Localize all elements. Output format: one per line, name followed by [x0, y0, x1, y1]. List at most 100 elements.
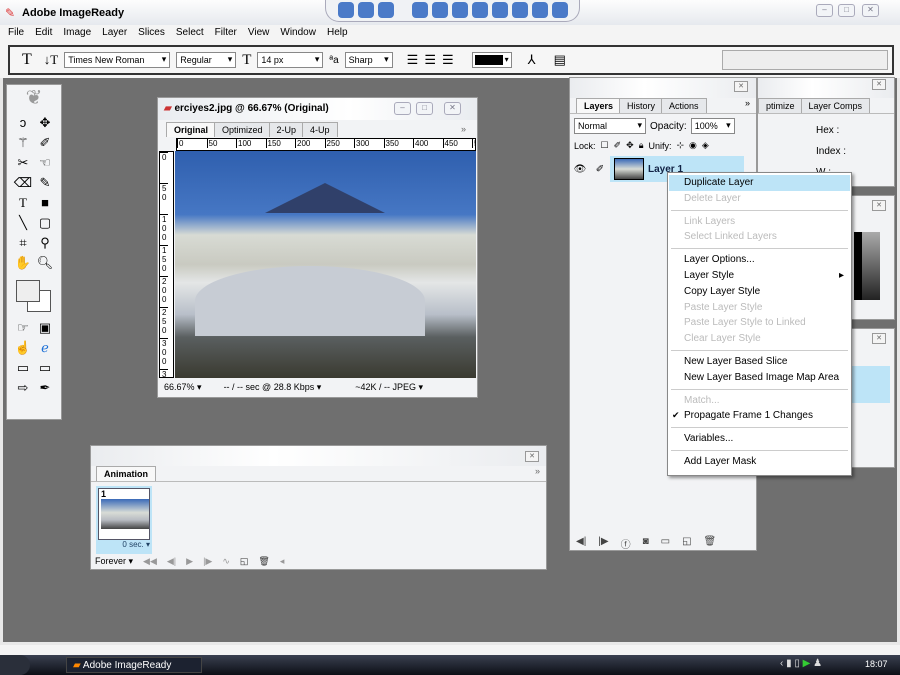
tab-history[interactable]: History	[619, 98, 664, 113]
font-family-select[interactable]: Times New Roman	[64, 52, 171, 68]
slice-close-button[interactable]: ✕	[872, 333, 886, 344]
doc-panel-menu-icon[interactable]: »	[461, 124, 466, 134]
menu-image[interactable]: Image	[63, 27, 91, 41]
lock-position-icon[interactable]: ✥	[626, 140, 634, 151]
font-size-select[interactable]: 14 px	[257, 52, 324, 68]
rectangle-icon[interactable]: ■	[35, 195, 55, 212]
menu-window[interactable]: Window	[280, 27, 316, 41]
preview-icon[interactable]: ▣	[35, 320, 55, 337]
align-right-icon[interactable]: ☰	[442, 52, 454, 68]
brush-icon[interactable]: ✐	[35, 135, 55, 152]
document-image[interactable]	[175, 151, 476, 378]
text-color-swatch[interactable]: ▾	[471, 52, 512, 68]
delete-layer-icon[interactable]: 🗑︎	[704, 536, 717, 551]
doc-minimize-button[interactable]: –	[394, 102, 411, 115]
new-layer-icon[interactable]: ◱	[682, 536, 691, 551]
frame-delay-select[interactable]: 0 sec. ▾	[98, 540, 150, 549]
rounded-rect-icon[interactable]: ▢	[35, 215, 55, 232]
opacity-select[interactable]: 100%	[690, 118, 735, 134]
tab-4up[interactable]: 4-Up	[302, 122, 338, 137]
animation-menu-icon[interactable]: »	[535, 466, 540, 476]
next-frame-icon[interactable]: |▶	[203, 556, 212, 567]
align-left-icon[interactable]: ☰	[407, 52, 419, 68]
layer-style-icon[interactable]: ⓕ	[621, 536, 631, 551]
palette-well[interactable]	[722, 50, 888, 70]
move-icon[interactable]: ✥	[35, 115, 55, 132]
menu-layer[interactable]: Layer	[102, 27, 127, 41]
animation-close-button[interactable]: ✕	[525, 451, 539, 462]
duplicate-frame-icon[interactable]: ◱	[240, 556, 249, 567]
color-table-close-button[interactable]: ✕	[872, 200, 886, 211]
ps-icon[interactable]: ✒	[35, 380, 55, 397]
align-center-icon[interactable]: ☰	[424, 52, 436, 68]
menu-help[interactable]: Help	[327, 27, 348, 41]
start-button[interactable]	[0, 655, 30, 675]
color-swatch-grid[interactable]	[854, 232, 880, 300]
tab-optimize[interactable]: ptimize	[758, 98, 803, 113]
menu-view[interactable]: View	[248, 27, 270, 41]
color-swatches[interactable]	[7, 276, 61, 316]
jump-to-photoshop-icon[interactable]: ⇨	[13, 380, 33, 397]
slice-icon[interactable]: ✂	[13, 155, 33, 172]
hand-rollover-icon[interactable]: ☝	[13, 340, 33, 357]
next-icon[interactable]: |▶	[598, 536, 608, 551]
imagemap-visibility-icon[interactable]: ☞	[13, 320, 33, 337]
hand-slice-icon[interactable]: ☜	[35, 155, 55, 172]
blend-mode-select[interactable]: Normal	[574, 118, 646, 134]
menu-item-layer-options[interactable]: Layer Options...	[669, 252, 850, 268]
play-icon[interactable]: ▶	[186, 556, 193, 567]
close-button[interactable]: ✕	[862, 4, 879, 17]
antialias-select[interactable]: Sharp	[344, 52, 393, 68]
file-size-select[interactable]: ~42K / -- JPEG ▾	[355, 382, 423, 395]
tray-icons[interactable]: ‹ ▮ ▯ ▶ ♟	[780, 658, 822, 669]
doc-close-button[interactable]: ✕	[444, 102, 461, 115]
new-group-icon[interactable]: ▭	[661, 536, 670, 551]
first-frame-icon[interactable]: ◀◀	[143, 556, 157, 567]
minimize-button[interactable]: –	[816, 4, 833, 17]
layers-menu-icon[interactable]: »	[745, 98, 750, 108]
menu-select[interactable]: Select	[176, 27, 204, 41]
scroll-left-icon[interactable]: ◂	[280, 556, 285, 567]
menu-edit[interactable]: Edit	[35, 27, 52, 41]
menu-item-variables[interactable]: Variables...	[669, 431, 850, 447]
lock-all-icon[interactable]: 🔒︎	[639, 140, 644, 151]
tab-2up[interactable]: 2-Up	[268, 122, 305, 137]
browser-preview-icon[interactable]: ℯ	[35, 340, 55, 357]
tab-original[interactable]: Original	[166, 122, 217, 137]
tab-layers[interactable]: Layers	[576, 98, 622, 113]
quick-launch-bar[interactable]	[325, 0, 580, 22]
type-tool-icon[interactable]: T	[22, 51, 32, 69]
lock-pixels-icon[interactable]: ✐	[614, 140, 622, 151]
menu-filter[interactable]: Filter	[215, 27, 237, 41]
layers-close-button[interactable]: ✕	[734, 81, 748, 92]
type-icon[interactable]: T	[13, 195, 33, 212]
lock-transparency-icon[interactable]: ☐	[601, 140, 609, 151]
tab-actions[interactable]: Actions	[661, 98, 707, 113]
prev-icon[interactable]: ◀|	[576, 536, 586, 551]
tab-layer-comps[interactable]: Layer Comps	[800, 98, 871, 113]
lasso-icon[interactable]: ↄ	[13, 115, 33, 132]
unify-style-icon[interactable]: ◈	[702, 140, 709, 151]
layer-mask-icon[interactable]: ◙	[643, 536, 649, 551]
loop-select[interactable]: Forever ▾	[95, 556, 133, 567]
taskbar-item-imageready[interactable]: ▰ Adobe ImageReady	[66, 657, 202, 673]
tab-optimized[interactable]: Optimized	[214, 122, 271, 137]
pencil-icon[interactable]: ✎	[35, 175, 55, 192]
menu-item-propagate-frame-1-changes[interactable]: ✔ Propagate Frame 1 Changes	[669, 408, 850, 424]
font-style-select[interactable]: Regular	[176, 52, 237, 68]
menu-item-new-layer-based-slice[interactable]: New Layer Based Slice	[669, 354, 850, 370]
brush-link-icon[interactable]: ✐	[590, 164, 610, 175]
tab-animation[interactable]: Animation	[96, 466, 156, 481]
hand-icon[interactable]: ✋	[13, 255, 33, 272]
menu-slices[interactable]: Slices	[138, 27, 165, 41]
doc-maximize-button[interactable]: □	[416, 102, 433, 115]
menu-item-layer-style[interactable]: Layer Style ▸	[669, 268, 850, 284]
animation-frame-1[interactable]: 1 0 sec. ▾	[96, 486, 152, 554]
info-close-button[interactable]: ✕	[872, 79, 886, 90]
delete-frame-icon[interactable]: 🗑︎	[258, 556, 269, 567]
vertical-type-icon[interactable]: ↓T	[44, 52, 58, 68]
maximize-button[interactable]: □	[838, 4, 855, 17]
eraser-icon[interactable]: ⌫	[13, 175, 33, 192]
eyedropper-icon[interactable]: ⚲	[35, 235, 55, 252]
magic-wand-icon[interactable]: ⚚	[13, 135, 33, 152]
